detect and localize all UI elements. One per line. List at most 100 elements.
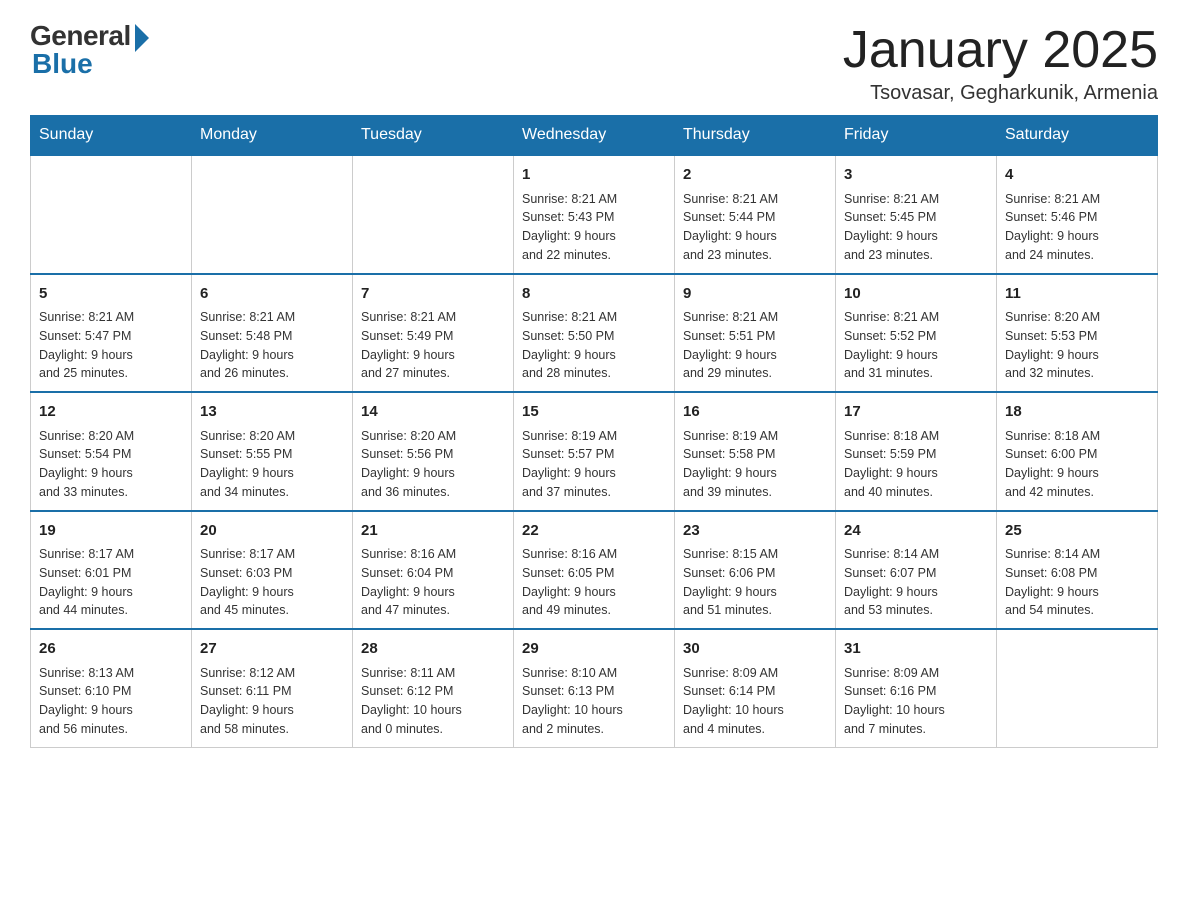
day-number: 21 — [361, 520, 505, 543]
calendar-cell: 27 Sunrise: 8:12 AM Sunset: 6:11 PM Dayli… — [192, 629, 353, 747]
day-info: Sunrise: 8:19 AM Sunset: 5:58 PM Dayligh… — [683, 429, 778, 499]
calendar-cell: 9 Sunrise: 8:21 AM Sunset: 5:51 PM Daylig… — [675, 274, 836, 393]
day-number: 27 — [200, 638, 344, 661]
day-number: 23 — [683, 520, 827, 543]
day-number: 11 — [1005, 283, 1149, 306]
day-number: 14 — [361, 401, 505, 424]
calendar-cell — [353, 155, 514, 274]
day-info: Sunrise: 8:13 AM Sunset: 6:10 PM Dayligh… — [39, 666, 134, 736]
calendar-cell: 16 Sunrise: 8:19 AM Sunset: 5:58 PM Dayli… — [675, 392, 836, 511]
calendar-cell: 20Sunrise: 8:17 AM Sunset: 6:03 PM Dayli… — [192, 511, 353, 630]
day-number: 10 — [844, 283, 988, 306]
calendar-cell: 25Sunrise: 8:14 AM Sunset: 6:08 PM Dayli… — [997, 511, 1158, 630]
calendar-header-tuesday: Tuesday — [353, 116, 514, 156]
day-info: Sunrise: 8:21 AM Sunset: 5:46 PM Dayligh… — [1005, 192, 1100, 262]
day-number: 3 — [844, 164, 988, 187]
day-info: Sunrise: 8:21 AM Sunset: 5:47 PM Dayligh… — [39, 310, 134, 380]
day-info: Sunrise: 8:21 AM Sunset: 5:44 PM Dayligh… — [683, 192, 778, 262]
day-number: 9 — [683, 283, 827, 306]
calendar-cell: 14Sunrise: 8:20 AM Sunset: 5:56 PM Dayli… — [353, 392, 514, 511]
calendar-week-3: 12 Sunrise: 8:20 AM Sunset: 5:54 PM Dayli… — [31, 392, 1158, 511]
calendar-table: SundayMondayTuesdayWednesdayThursdayFrid… — [30, 115, 1158, 748]
day-number: 2 — [683, 164, 827, 187]
day-info: Sunrise: 8:20 AM Sunset: 5:53 PM Dayligh… — [1005, 310, 1100, 380]
day-info: Sunrise: 8:10 AM Sunset: 6:13 PM Dayligh… — [522, 666, 623, 736]
day-info: Sunrise: 8:14 AM Sunset: 6:07 PM Dayligh… — [844, 547, 939, 617]
day-info: Sunrise: 8:21 AM Sunset: 5:50 PM Dayligh… — [522, 310, 617, 380]
day-number: 24 — [844, 520, 988, 543]
calendar-cell: 11 Sunrise: 8:20 AM Sunset: 5:53 PM Dayli… — [997, 274, 1158, 393]
day-number: 31 — [844, 638, 988, 661]
calendar-week-4: 19 Sunrise: 8:17 AM Sunset: 6:01 PM Dayli… — [31, 511, 1158, 630]
calendar-cell: 30 Sunrise: 8:09 AM Sunset: 6:14 PM Dayli… — [675, 629, 836, 747]
day-info: Sunrise: 8:21 AM Sunset: 5:45 PM Dayligh… — [844, 192, 939, 262]
title-section: January 2025 Tsovasar, Gegharkunik, Arme… — [843, 20, 1158, 105]
calendar-header-sunday: Sunday — [31, 116, 192, 156]
day-info: Sunrise: 8:11 AM Sunset: 6:12 PM Dayligh… — [361, 666, 462, 736]
day-number: 18 — [1005, 401, 1149, 424]
month-title: January 2025 — [843, 20, 1158, 80]
day-info: Sunrise: 8:18 AM Sunset: 5:59 PM Dayligh… — [844, 429, 939, 499]
day-info: Sunrise: 8:20 AM Sunset: 5:55 PM Dayligh… — [200, 429, 295, 499]
calendar-cell: 10 Sunrise: 8:21 AM Sunset: 5:52 PM Dayli… — [836, 274, 997, 393]
calendar-cell: 15 Sunrise: 8:19 AM Sunset: 5:57 PM Dayli… — [514, 392, 675, 511]
day-info: Sunrise: 8:18 AM Sunset: 6:00 PM Dayligh… — [1005, 429, 1100, 499]
calendar-cell: 12 Sunrise: 8:20 AM Sunset: 5:54 PM Dayli… — [31, 392, 192, 511]
day-info: Sunrise: 8:09 AM Sunset: 6:14 PM Dayligh… — [683, 666, 784, 736]
day-info: Sunrise: 8:20 AM Sunset: 5:54 PM Dayligh… — [39, 429, 134, 499]
day-info: Sunrise: 8:21 AM Sunset: 5:51 PM Dayligh… — [683, 310, 778, 380]
day-number: 29 — [522, 638, 666, 661]
day-info: Sunrise: 8:21 AM Sunset: 5:52 PM Dayligh… — [844, 310, 939, 380]
day-info: Sunrise: 8:17 AM Sunset: 6:03 PM Dayligh… — [200, 547, 295, 617]
calendar-cell: 23Sunrise: 8:15 AM Sunset: 6:06 PM Dayli… — [675, 511, 836, 630]
calendar-header-thursday: Thursday — [675, 116, 836, 156]
calendar-week-2: 5 Sunrise: 8:21 AM Sunset: 5:47 PM Daylig… — [31, 274, 1158, 393]
day-number: 30 — [683, 638, 827, 661]
calendar-cell: 28Sunrise: 8:11 AM Sunset: 6:12 PM Dayli… — [353, 629, 514, 747]
page-header: General Blue January 2025 Tsovasar, Gegh… — [30, 20, 1158, 105]
calendar-cell: 3 Sunrise: 8:21 AM Sunset: 5:45 PM Daylig… — [836, 155, 997, 274]
day-info: Sunrise: 8:21 AM Sunset: 5:49 PM Dayligh… — [361, 310, 456, 380]
day-info: Sunrise: 8:17 AM Sunset: 6:01 PM Dayligh… — [39, 547, 134, 617]
day-info: Sunrise: 8:12 AM Sunset: 6:11 PM Dayligh… — [200, 666, 295, 736]
calendar-cell: 29 Sunrise: 8:10 AM Sunset: 6:13 PM Dayli… — [514, 629, 675, 747]
calendar-cell: 7Sunrise: 8:21 AM Sunset: 5:49 PM Daylig… — [353, 274, 514, 393]
day-number: 6 — [200, 283, 344, 306]
logo-blue-text: Blue — [30, 48, 93, 80]
calendar-cell: 18 Sunrise: 8:18 AM Sunset: 6:00 PM Dayli… — [997, 392, 1158, 511]
day-number: 26 — [39, 638, 183, 661]
calendar-week-1: 1 Sunrise: 8:21 AM Sunset: 5:43 PM Daylig… — [31, 155, 1158, 274]
calendar-header-row: SundayMondayTuesdayWednesdayThursdayFrid… — [31, 116, 1158, 156]
day-number: 17 — [844, 401, 988, 424]
calendar-cell — [997, 629, 1158, 747]
day-number: 19 — [39, 520, 183, 543]
calendar-header-saturday: Saturday — [997, 116, 1158, 156]
calendar-cell: 2 Sunrise: 8:21 AM Sunset: 5:44 PM Daylig… — [675, 155, 836, 274]
calendar-header-monday: Monday — [192, 116, 353, 156]
day-number: 25 — [1005, 520, 1149, 543]
day-number: 8 — [522, 283, 666, 306]
calendar-cell: 1 Sunrise: 8:21 AM Sunset: 5:43 PM Daylig… — [514, 155, 675, 274]
calendar-header-wednesday: Wednesday — [514, 116, 675, 156]
day-info: Sunrise: 8:19 AM Sunset: 5:57 PM Dayligh… — [522, 429, 617, 499]
calendar-cell: 22 Sunrise: 8:16 AM Sunset: 6:05 PM Dayli… — [514, 511, 675, 630]
calendar-cell: 4Sunrise: 8:21 AM Sunset: 5:46 PM Daylig… — [997, 155, 1158, 274]
calendar-cell: 26 Sunrise: 8:13 AM Sunset: 6:10 PM Dayli… — [31, 629, 192, 747]
calendar-cell: 8 Sunrise: 8:21 AM Sunset: 5:50 PM Daylig… — [514, 274, 675, 393]
day-number: 12 — [39, 401, 183, 424]
day-number: 13 — [200, 401, 344, 424]
calendar-cell: 5 Sunrise: 8:21 AM Sunset: 5:47 PM Daylig… — [31, 274, 192, 393]
calendar-cell: 19 Sunrise: 8:17 AM Sunset: 6:01 PM Dayli… — [31, 511, 192, 630]
day-number: 15 — [522, 401, 666, 424]
calendar-cell — [31, 155, 192, 274]
day-number: 22 — [522, 520, 666, 543]
logo-arrow-icon — [135, 24, 149, 52]
day-info: Sunrise: 8:21 AM Sunset: 5:43 PM Dayligh… — [522, 192, 617, 262]
day-number: 16 — [683, 401, 827, 424]
day-number: 5 — [39, 283, 183, 306]
day-info: Sunrise: 8:16 AM Sunset: 6:05 PM Dayligh… — [522, 547, 617, 617]
day-number: 1 — [522, 164, 666, 187]
calendar-cell: 6 Sunrise: 8:21 AM Sunset: 5:48 PM Daylig… — [192, 274, 353, 393]
day-info: Sunrise: 8:21 AM Sunset: 5:48 PM Dayligh… — [200, 310, 295, 380]
location-title: Tsovasar, Gegharkunik, Armenia — [843, 82, 1158, 105]
